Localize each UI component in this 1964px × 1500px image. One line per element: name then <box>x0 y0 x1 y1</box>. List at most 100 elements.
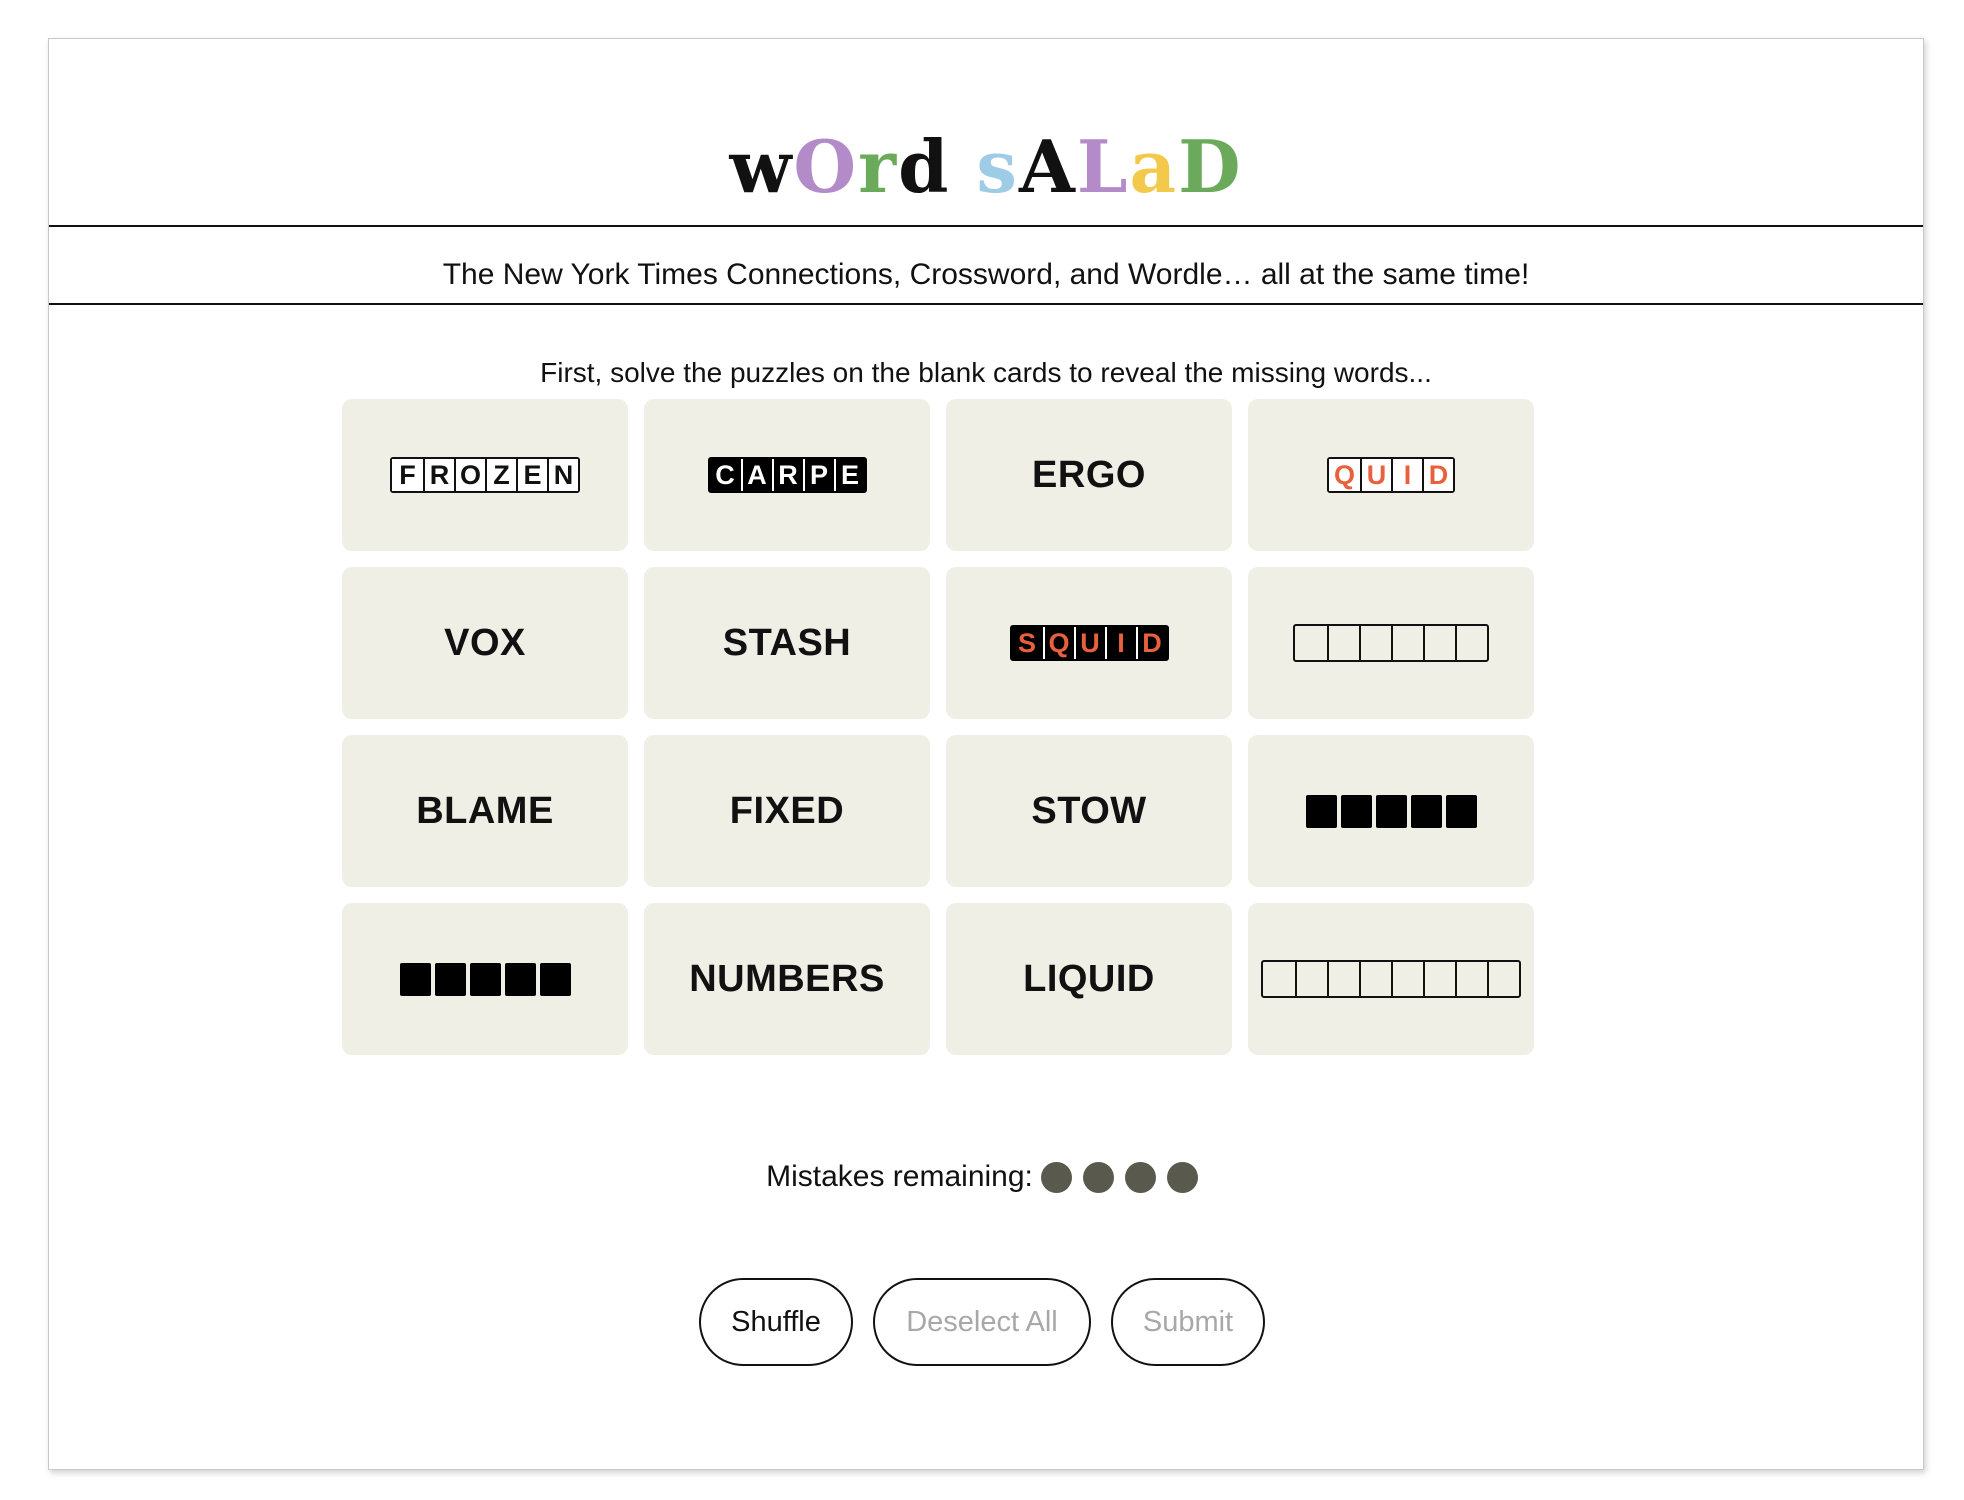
blank-puzzle-card[interactable] <box>1248 735 1534 887</box>
letter-box <box>1391 626 1423 660</box>
letter-box <box>1327 626 1359 660</box>
letter-box: R <box>771 459 803 491</box>
letter-box <box>1455 962 1487 996</box>
letter-boxes: QUID <box>1327 457 1455 493</box>
letter-box <box>1295 626 1327 660</box>
letter-box: U <box>1073 627 1105 659</box>
letter-box: F <box>392 459 423 491</box>
instruction-text: First, solve the puzzles on the blank ca… <box>540 357 1432 388</box>
logo-letter: L <box>1076 124 1130 209</box>
card-word: BLAME <box>416 789 554 832</box>
logo-letter: D <box>1178 124 1243 209</box>
letter-box: A <box>740 459 772 491</box>
letter-box <box>1359 962 1391 996</box>
blank-puzzle-card[interactable] <box>1248 903 1534 1055</box>
subtitle: The New York Times Connections, Crosswor… <box>442 258 1530 291</box>
letter-box <box>1327 962 1359 996</box>
letter-box: N <box>547 459 578 491</box>
letter-box <box>1263 962 1295 996</box>
logo-letter: O <box>793 124 859 209</box>
blank-puzzle-card[interactable] <box>342 903 628 1055</box>
letter-box: Z <box>485 459 516 491</box>
word-card-blame[interactable]: BLAME <box>342 735 628 887</box>
word-card-ergo[interactable]: ERGO <box>946 399 1232 551</box>
puzzle-card-frozen[interactable]: FROZEN <box>342 399 628 551</box>
letter-box: E <box>516 459 547 491</box>
word-card-fixed[interactable]: FIXED <box>644 735 930 887</box>
letter-boxes: SQUID <box>1009 625 1169 661</box>
letter-box: O <box>454 459 485 491</box>
letter-box <box>1359 626 1391 660</box>
word-grid: F R O Z E N C A R P E ERGO Q U I D VOX STASH S Q U I D BLAME FIX… <box>342 399 1534 1055</box>
word-card-stash[interactable]: STASH <box>644 567 930 719</box>
letter-box: C <box>709 459 741 491</box>
divider-bottom <box>49 303 1923 305</box>
word-card-liquid[interactable]: LIQUID <box>946 903 1232 1055</box>
letter-box <box>1410 794 1442 828</box>
letter-box <box>399 962 431 996</box>
letter-box <box>1487 962 1519 996</box>
blank-letter-boxes <box>1261 960 1521 998</box>
action-buttons: Shuffle Deselect All Submit <box>0 1278 1964 1366</box>
mistakes-counter: Mistakes remaining: <box>0 1160 1964 1194</box>
letter-box <box>1455 626 1487 660</box>
blank-puzzle-card[interactable] <box>1248 567 1534 719</box>
word-card-vox[interactable]: VOX <box>342 567 628 719</box>
puzzle-card-quid[interactable]: QUID <box>1248 399 1534 551</box>
letter-box: U <box>1360 459 1391 491</box>
shuffle-button[interactable]: Shuffle <box>699 1278 853 1366</box>
letter-box <box>434 962 466 996</box>
letter-box: D <box>1135 627 1167 659</box>
logo: wOrd sALaD <box>49 127 1923 207</box>
submit-button[interactable]: Submit <box>1111 1278 1265 1366</box>
mistake-dot <box>1124 1161 1156 1193</box>
card-word: ERGO <box>1032 453 1146 496</box>
blank-letter-boxes <box>399 962 571 996</box>
deselect-all-button[interactable]: Deselect All <box>873 1278 1091 1366</box>
card-word: STASH <box>722 621 852 664</box>
logo-letter: A <box>1018 124 1077 209</box>
blank-letter-boxes <box>1293 624 1489 662</box>
letter-box: Q <box>1042 627 1074 659</box>
divider-top <box>49 225 1923 227</box>
word-card-numbers[interactable]: NUMBERS <box>644 903 930 1055</box>
logo-letter: s <box>976 124 1019 209</box>
letter-boxes: FROZEN <box>390 457 580 493</box>
letter-box: P <box>802 459 834 491</box>
letter-box <box>1305 794 1337 828</box>
letter-box: I <box>1391 459 1422 491</box>
letter-box: E <box>833 459 865 491</box>
letter-box <box>1423 626 1455 660</box>
letter-box: R <box>423 459 454 491</box>
card-word: STOW <box>1031 789 1147 832</box>
letter-box <box>1445 794 1477 828</box>
letter-box <box>1375 794 1407 828</box>
puzzle-card-squid[interactable]: SQUID <box>946 567 1232 719</box>
letter-boxes: CARPE <box>707 457 867 493</box>
blank-letter-boxes <box>1305 794 1477 828</box>
word-card-stow[interactable]: STOW <box>946 735 1232 887</box>
letter-box <box>504 962 536 996</box>
logo-letter: r <box>858 124 899 209</box>
letter-box: D <box>1422 459 1453 491</box>
logo-letter: a <box>1129 124 1179 209</box>
letter-box <box>1340 794 1372 828</box>
card-word: LIQUID <box>1023 957 1155 1000</box>
letter-box: Q <box>1329 459 1360 491</box>
mistake-dots <box>1040 1161 1198 1193</box>
logo-letter: w <box>729 124 794 209</box>
letter-box <box>1391 962 1423 996</box>
mistake-dot <box>1166 1161 1198 1193</box>
letter-box <box>469 962 501 996</box>
logo-letter: d <box>898 124 951 209</box>
letter-box: I <box>1104 627 1136 659</box>
card-word: NUMBERS <box>689 957 885 1000</box>
letter-box <box>1423 962 1455 996</box>
puzzle-card-carpe[interactable]: CARPE <box>644 399 930 551</box>
letter-box <box>539 962 571 996</box>
mistakes-label: Mistakes remaining: <box>766 1160 1033 1193</box>
card-word: VOX <box>444 621 526 664</box>
card-word: FIXED <box>729 789 845 832</box>
letter-box: S <box>1011 627 1043 659</box>
letter-box <box>1295 962 1327 996</box>
